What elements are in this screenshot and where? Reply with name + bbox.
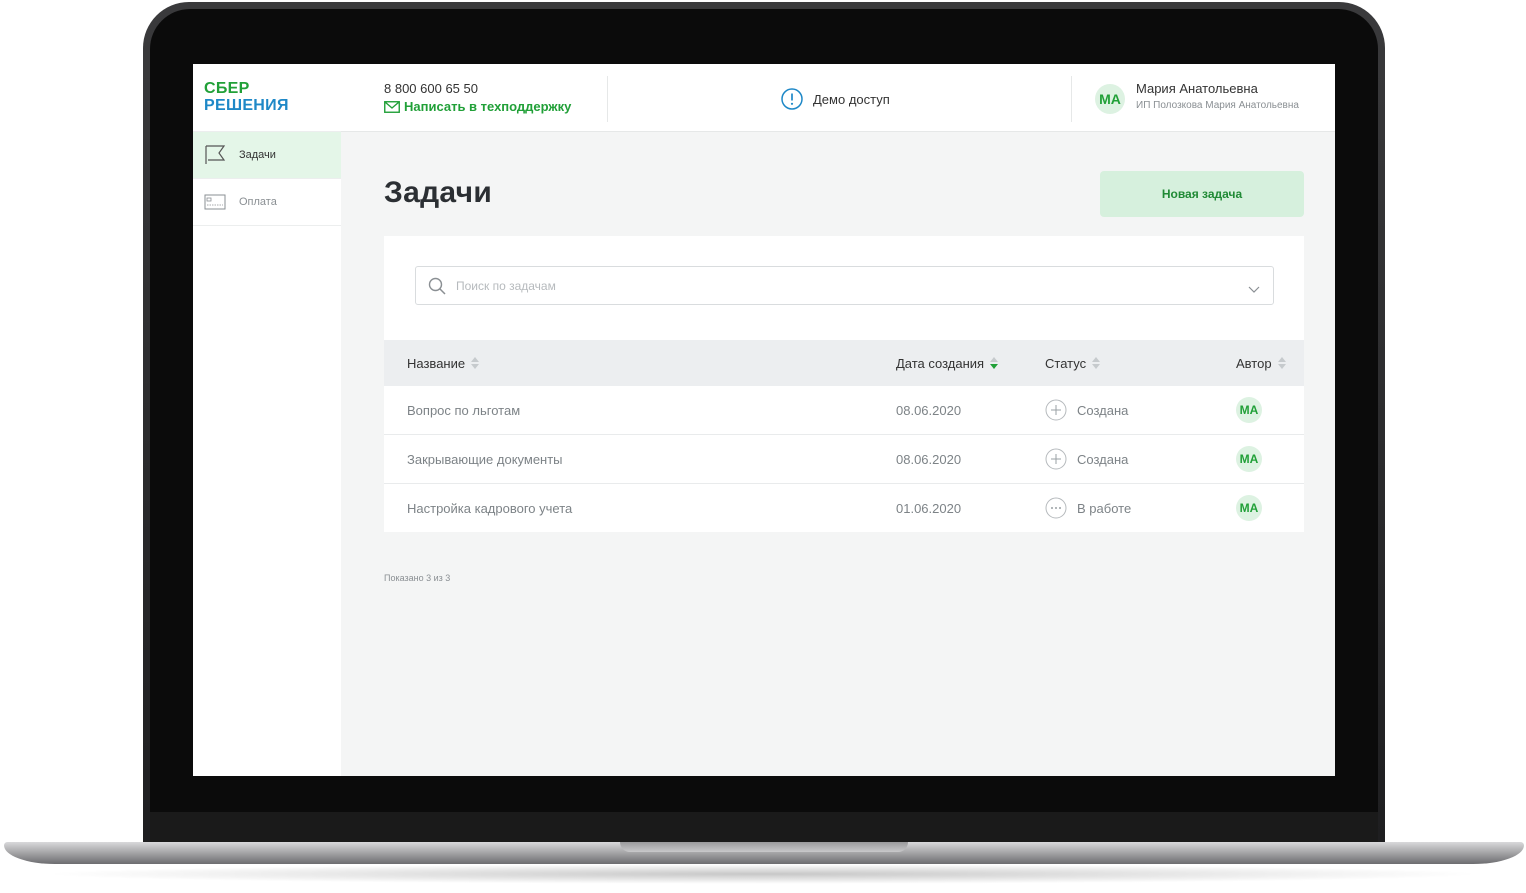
task-date: 08.06.2020: [896, 451, 962, 467]
user-company: ИП Полозкова Мария Анатольевна: [1136, 100, 1299, 111]
plus-circle-icon: [1045, 399, 1067, 421]
table-row[interactable]: Настройка кадрового учета 01.06.2020 В р…: [384, 484, 1304, 533]
column-header-label: Статус: [1045, 355, 1087, 371]
task-name: Закрывающие документы: [407, 451, 563, 467]
task-status: В работе: [1045, 484, 1131, 532]
logo-line-2: РЕШЕНИЯ: [204, 97, 289, 114]
page-title: Задачи: [384, 176, 493, 209]
search-box[interactable]: [415, 266, 1274, 305]
task-name: Вопрос по льготам: [407, 402, 521, 418]
task-author: МА: [1236, 484, 1262, 532]
user-avatar: МА: [1095, 84, 1125, 114]
task-status: Создана: [1045, 386, 1128, 434]
demo-access[interactable]: Демо доступ: [781, 88, 890, 110]
sort-icon: [1277, 357, 1286, 369]
dots-circle-icon: [1045, 497, 1067, 519]
laptop-notch: [620, 842, 908, 852]
task-status-label: Создана: [1077, 451, 1129, 467]
pagination-summary: Показано 3 из 3: [384, 573, 451, 583]
column-header-author[interactable]: Автор: [1236, 340, 1286, 386]
top-header: 8 800 600 65 50 Написать в техподдержку …: [341, 64, 1335, 132]
logo-line-1: СБЕР: [204, 80, 250, 97]
column-header-name[interactable]: Название: [407, 340, 480, 386]
header-divider: [1071, 76, 1072, 122]
sort-desc-icon: [990, 357, 999, 369]
task-status-label: Создана: [1077, 402, 1129, 418]
search-icon: [428, 277, 446, 295]
flag-icon: [204, 144, 226, 166]
chevron-down-icon[interactable]: [1248, 281, 1260, 299]
author-avatar: МА: [1236, 495, 1262, 521]
sidebar: СБЕР РЕШЕНИЯ Задачи Оплата: [193, 64, 341, 776]
column-header-label: Автор: [1236, 355, 1272, 371]
tasks-card: Название Дата создания Статус Автор Вопр…: [384, 236, 1304, 532]
column-header-label: Дата создания: [896, 355, 985, 371]
column-header-label: Название: [407, 355, 466, 371]
task-author: МА: [1236, 386, 1262, 434]
sort-icon: [1092, 357, 1101, 369]
laptop-shadow: [40, 864, 1486, 884]
author-avatar: МА: [1236, 397, 1262, 423]
task-date: 08.06.2020: [896, 402, 962, 418]
task-author: МА: [1236, 435, 1262, 483]
contact-block: 8 800 600 65 50 Написать в техподдержку: [384, 81, 571, 114]
user-name: Мария Анатольевна: [1136, 81, 1258, 96]
laptop-bottom-bezel: [150, 812, 1378, 844]
card-icon: [204, 191, 226, 213]
sidebar-item-label: Задачи: [239, 149, 276, 161]
task-status-label: В работе: [1077, 500, 1132, 516]
info-exclamation-icon: [781, 88, 803, 110]
app-screen: СБЕР РЕШЕНИЯ Задачи Оплата 8 800 600 65 …: [193, 64, 1335, 776]
column-header-date[interactable]: Дата создания: [896, 340, 999, 386]
demo-access-label: Демо доступ: [813, 91, 890, 107]
task-name: Настройка кадрового учета: [407, 500, 573, 516]
new-task-button[interactable]: Новая задача: [1100, 171, 1304, 217]
support-link-label: Написать в техподдержку: [404, 99, 572, 114]
sort-icon: [471, 357, 480, 369]
search-input[interactable]: [456, 278, 1236, 293]
sidebar-item-label: Оплата: [239, 196, 277, 208]
author-avatar: МА: [1236, 446, 1262, 472]
sidebar-item-payment[interactable]: Оплата: [193, 179, 341, 226]
user-menu[interactable]: МА Мария Анатольевна ИП Полозкова Мария …: [1095, 81, 1299, 114]
task-date: 01.06.2020: [896, 500, 962, 516]
plus-circle-icon: [1045, 448, 1067, 470]
mail-icon: [384, 100, 400, 113]
logo[interactable]: СБЕР РЕШЕНИЯ: [193, 64, 341, 132]
column-header-status[interactable]: Статус: [1045, 340, 1101, 386]
user-info: Мария Анатольевна ИП Полозкова Мария Ана…: [1136, 81, 1299, 111]
support-link[interactable]: Написать в техподдержку: [384, 99, 571, 114]
header-divider: [607, 76, 608, 122]
table-row[interactable]: Закрывающие документы 08.06.2020 Создана…: [384, 435, 1304, 484]
table-header: Название Дата создания Статус Автор: [384, 340, 1304, 386]
support-phone[interactable]: 8 800 600 65 50: [384, 81, 571, 96]
task-status: Создана: [1045, 435, 1128, 483]
table-row[interactable]: Вопрос по льготам 08.06.2020 Создана МА: [384, 386, 1304, 435]
sidebar-item-tasks[interactable]: Задачи: [193, 132, 341, 179]
